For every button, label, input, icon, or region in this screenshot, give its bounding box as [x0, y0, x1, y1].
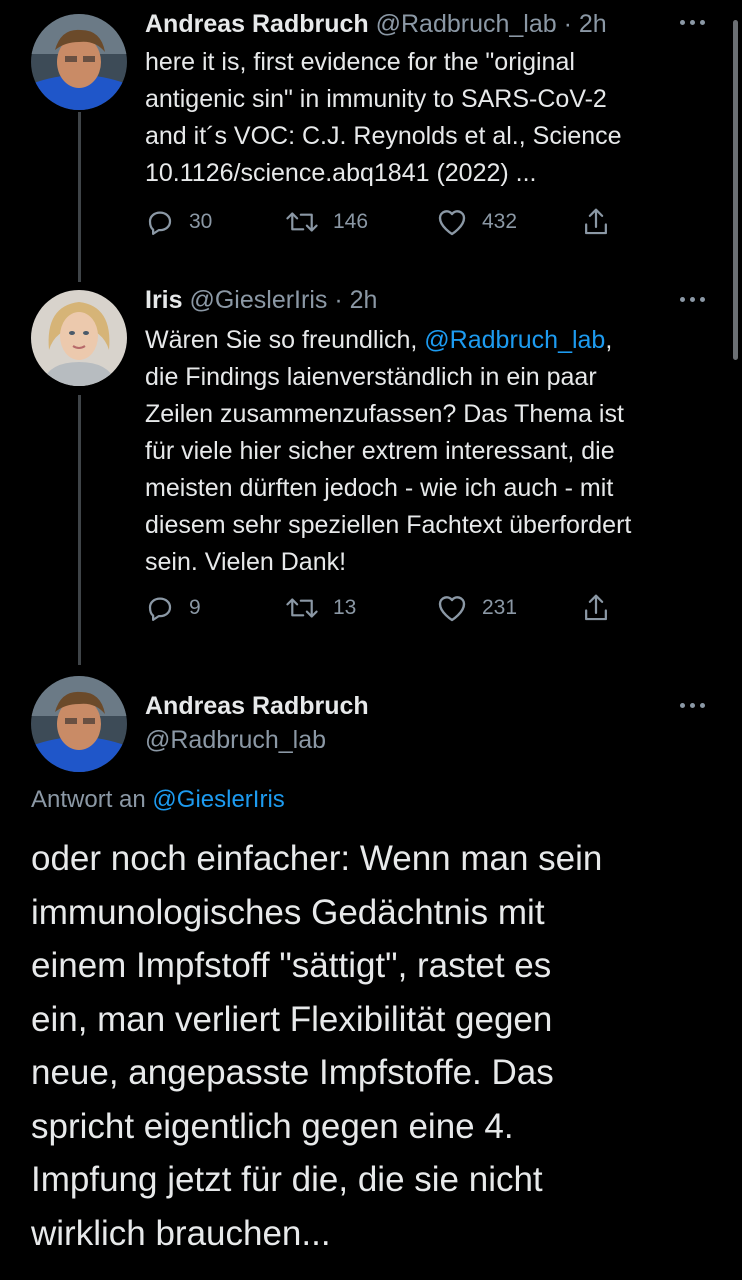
- reply-icon: [148, 597, 172, 621]
- tweet-actions: 30 146 432: [145, 202, 625, 242]
- tweet-text-line: ein, man verliert Flexibilität gegen: [31, 999, 553, 1039]
- like-count: 432: [482, 210, 518, 233]
- tweet-text-line: Wären Sie so freundlich, @Radbruch_lab,: [145, 322, 735, 359]
- author-handle[interactable]: @Radbruch_lab: [376, 10, 557, 38]
- more-icon[interactable]: [680, 17, 714, 27]
- retweet-icon: [286, 212, 318, 232]
- tweet-text-line: and it´s VOC: C.J. Reynolds et al., Scie…: [145, 122, 622, 150]
- focused-tweet: Andreas Radbruch @Radbruch_lab Antwort a…: [0, 668, 742, 1280]
- tweet-text: here it is, first evidence for the "orig…: [145, 44, 725, 192]
- author-handle[interactable]: @GieslerIris: [189, 286, 327, 314]
- tweet-text-line: antigenic sin" in immunity to SARS-CoV-2: [145, 85, 607, 113]
- heart-icon: [438, 210, 466, 236]
- timestamp[interactable]: · 2h: [334, 286, 377, 314]
- more-icon[interactable]: [680, 700, 714, 710]
- retweet-count: 146: [333, 210, 369, 233]
- text-segment: Wären Sie so freundlich,: [145, 326, 425, 354]
- tweet-text-line: 10.1126/science.abq1841 (2022) ...: [145, 159, 537, 187]
- reply-icon: [148, 211, 172, 235]
- reply-count: 9: [189, 596, 201, 619]
- share-button[interactable]: [581, 202, 611, 242]
- scrollbar[interactable]: [733, 20, 738, 360]
- tweet-text-line: einem Impfstoff "sättigt", rastet es: [31, 946, 552, 985]
- tweet-2[interactable]: Iris @GieslerIris · 2h Wären Sie so freu…: [0, 280, 742, 660]
- author-handle[interactable]: @Radbruch_lab: [145, 724, 326, 756]
- share-icon: [585, 594, 607, 621]
- text-segment: ,: [605, 326, 613, 354]
- reply-count: 30: [189, 210, 213, 233]
- tweet-text-line: Impfung jetzt für die, die sie nicht: [31, 1160, 543, 1199]
- heart-icon: [438, 596, 466, 622]
- avatar[interactable]: [31, 290, 127, 386]
- share-button[interactable]: [581, 588, 611, 628]
- like-count: 231: [482, 596, 518, 619]
- share-icon: [585, 208, 607, 235]
- tweet-text-line: oder noch einfacher: Wenn man sein: [31, 839, 603, 878]
- author-name[interactable]: Andreas Radbruch: [145, 690, 369, 722]
- retweet-button[interactable]: 13: [285, 588, 356, 628]
- retweet-button[interactable]: 146: [285, 202, 368, 242]
- reply-context: Antwort an @GieslerIris: [31, 784, 285, 816]
- tweet-text-line: meisten dürften jedoch - wie ich auch - …: [145, 474, 614, 502]
- tweet-text-line: diesem sehr speziellen Fachtext überford…: [145, 511, 632, 539]
- tweet-text: Wären Sie so freundlich, @Radbruch_lab, …: [145, 322, 735, 581]
- author-name[interactable]: Andreas Radbruch: [145, 10, 369, 38]
- timestamp[interactable]: · 2h: [564, 10, 607, 38]
- tweet-text-line: wirklich brauchen...: [31, 1213, 331, 1253]
- avatar[interactable]: [31, 14, 127, 110]
- tweet-text-line: Zeilen zusammenzufassen? Das Thema ist: [145, 400, 624, 428]
- tweet-text-line: für viele hier sicher extrem interessant…: [145, 437, 615, 465]
- tweet-1[interactable]: Andreas Radbruch @Radbruch_lab · 2h here…: [0, 0, 742, 260]
- retweet-count: 13: [333, 596, 357, 619]
- reply-to-label: Antwort an: [31, 786, 146, 813]
- tweet-text-line: immunologisches Gedächtnis mit: [31, 892, 545, 932]
- tweet-text-line: spricht eigentlich gegen eine 4.: [31, 1106, 514, 1146]
- tweet-text-line: here it is, first evidence for the "orig…: [145, 48, 575, 76]
- like-button[interactable]: 432: [436, 202, 517, 242]
- reply-button[interactable]: 30: [145, 202, 212, 242]
- tweet-text: oder noch einfacher: Wenn man sein immun…: [31, 832, 731, 1260]
- mention-link[interactable]: @Radbruch_lab: [424, 326, 605, 354]
- tweet-text-line: die Findings laienverständlich in ein pa…: [145, 363, 597, 391]
- retweet-icon: [286, 598, 318, 618]
- tweet-actions: 9 13 231: [145, 588, 625, 628]
- tweet-text-line: sein. Vielen Dank!: [145, 548, 347, 576]
- tweet-text-line: neue, angepasste Impfstoffe. Das: [31, 1053, 554, 1092]
- author-name[interactable]: Iris: [145, 286, 183, 314]
- more-icon[interactable]: [680, 294, 714, 304]
- reply-to-handle[interactable]: @GieslerIris: [152, 786, 284, 813]
- reply-button[interactable]: 9: [145, 588, 201, 628]
- avatar[interactable]: [31, 676, 127, 772]
- like-button[interactable]: 231: [436, 588, 517, 628]
